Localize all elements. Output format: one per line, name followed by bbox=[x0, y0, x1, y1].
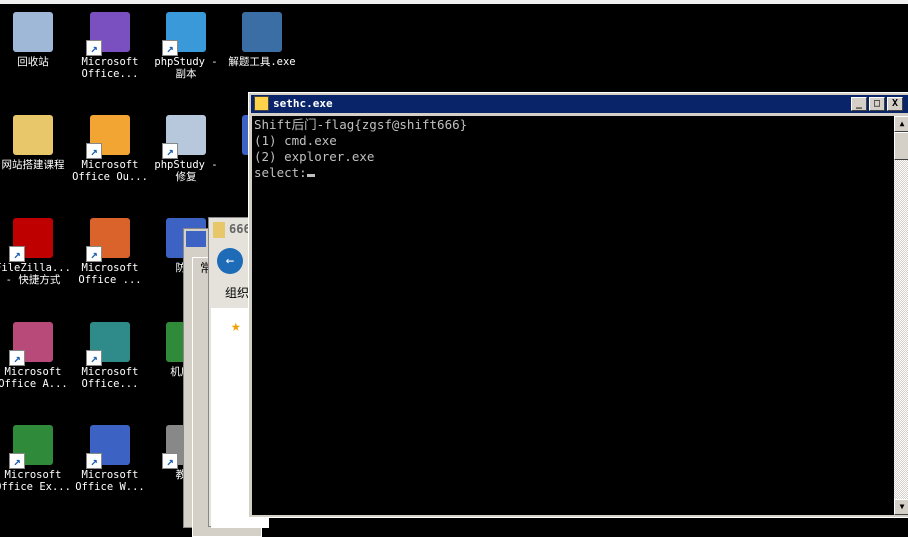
desktop-icon[interactable]: ↗Microsoft Office Ex... bbox=[0, 425, 71, 493]
back-button[interactable]: ← bbox=[217, 248, 243, 274]
top-strip bbox=[0, 0, 908, 4]
shortcut-arrow-icon: ↗ bbox=[86, 350, 102, 366]
folder-icon bbox=[213, 222, 225, 238]
console-app-icon bbox=[254, 96, 269, 111]
shortcut-arrow-icon: ↗ bbox=[86, 40, 102, 56]
console-output[interactable]: Shift后门-flag{zgsf@shift666} (1) cmd.exe (2… bbox=[252, 116, 894, 515]
python-exe-icon bbox=[242, 12, 282, 52]
desktop-icon[interactable]: ↗ Microsoft Office W... bbox=[72, 425, 148, 493]
desktop-icon-label: Microsoft Office ... bbox=[78, 262, 142, 286]
shortcut-arrow-icon: ↗ bbox=[9, 453, 25, 469]
maximize-button[interactable]: □ bbox=[869, 97, 885, 111]
favorites-star-icon: ★ bbox=[231, 316, 241, 335]
scroll-up-arrow-icon[interactable]: ▲ bbox=[894, 116, 908, 132]
console-window[interactable]: sethc.exe _ □ X Shift后门-flag{zgsf@shift6… bbox=[248, 92, 908, 518]
title-bar[interactable]: sethc.exe _ □ X bbox=[251, 95, 908, 113]
console-line: Shift后门-flag{zgsf@shift666} bbox=[254, 117, 468, 132]
desktop-icon-label: FileZilla... - 快捷方式 bbox=[0, 262, 71, 286]
text-cursor bbox=[306, 174, 315, 177]
desktop-icon[interactable]: ↗ Microsoft Office ... bbox=[72, 218, 148, 286]
shortcut-arrow-icon: ↗ bbox=[162, 143, 178, 159]
desktop-icon-label: Microsoft Office W... bbox=[75, 469, 145, 493]
desktop-icon[interactable]: ↗ FileZilla... - 快捷方式 bbox=[0, 218, 71, 286]
shortcut-arrow-icon: ↗ bbox=[9, 246, 25, 262]
desktop-icon[interactable]: ↗ Microsoft Office Ou... bbox=[72, 115, 148, 183]
shortcut-arrow-icon: ↗ bbox=[9, 350, 25, 366]
scroll-thumb[interactable] bbox=[894, 132, 908, 160]
desktop-icon[interactable]: 网站搭建课程 bbox=[0, 115, 71, 171]
gear-icon: ↗ bbox=[162, 115, 206, 159]
word-icon bbox=[186, 231, 206, 247]
desktop-icon[interactable]: ↗ phpStudy - 副本 bbox=[148, 12, 224, 80]
desktop-icon-label: 回收站 bbox=[17, 56, 49, 68]
desktop-icon-label: 网站搭建课程 bbox=[1, 159, 65, 171]
filezilla-icon: ↗ bbox=[9, 218, 53, 262]
desktop-icon-label: Microsoft Office Ex... bbox=[0, 469, 71, 493]
office-outlook-icon: ↗ bbox=[86, 115, 130, 159]
organize-menu[interactable]: 组织 bbox=[225, 284, 249, 301]
desktop-icon-label: Microsoft Office A... bbox=[0, 366, 68, 390]
desktop-icon-label: phpStudy - 副本 bbox=[154, 56, 218, 80]
shortcut-arrow-icon: ↗ bbox=[86, 143, 102, 159]
office-infopath-icon: ↗ bbox=[86, 12, 130, 56]
vertical-scrollbar[interactable]: ▲ ▼ bbox=[894, 116, 908, 515]
minimize-button[interactable]: _ bbox=[851, 97, 867, 111]
office-powerpoint-icon: ↗ bbox=[86, 218, 130, 262]
shortcut-arrow-icon: ↗ bbox=[86, 246, 102, 262]
desktop-icon-label: phpStudy - 修复 bbox=[154, 159, 218, 183]
desktop-icon[interactable]: ↗ Microsoft Office... bbox=[72, 322, 148, 390]
close-button[interactable]: X bbox=[887, 97, 903, 111]
shortcut-arrow-icon: ↗ bbox=[162, 40, 178, 56]
office-word-icon: ↗ bbox=[86, 425, 130, 469]
shortcut-arrow-icon: ↗ bbox=[162, 453, 178, 469]
recycle-bin-icon bbox=[13, 12, 53, 52]
desktop-icon[interactable]: ↗ Microsoft Office A... bbox=[0, 322, 71, 390]
scroll-down-arrow-icon[interactable]: ▼ bbox=[894, 499, 908, 515]
desktop-icon-label: Microsoft Office Ou... bbox=[72, 159, 148, 183]
office-publisher-icon: ↗ bbox=[86, 322, 130, 366]
desktop-icon-label: Microsoft Office... bbox=[81, 56, 139, 80]
desktop-icon-label: 解题工具.exe bbox=[228, 56, 296, 68]
desktop-icon-label: Microsoft Office... bbox=[81, 366, 139, 390]
console-line: (1) cmd.exe bbox=[254, 133, 337, 148]
phpstudy-icon: ↗ bbox=[162, 12, 206, 56]
desktop-icon[interactable]: 回收站 bbox=[0, 12, 71, 68]
shortcut-arrow-icon: ↗ bbox=[86, 453, 102, 469]
desktop-icon[interactable]: ↗ phpStudy - 修复 bbox=[148, 115, 224, 183]
console-prompt: select: bbox=[254, 165, 307, 180]
office-excel-icon: ↗ bbox=[9, 425, 53, 469]
window-title: sethc.exe bbox=[273, 97, 333, 110]
desktop-icon[interactable]: ↗ Microsoft Office... bbox=[72, 12, 148, 80]
folder-icon bbox=[13, 115, 53, 155]
console-line: (2) explorer.exe bbox=[254, 149, 375, 164]
desktop-icon[interactable]: 解题工具.exe bbox=[224, 12, 300, 68]
office-access-icon: ↗ bbox=[9, 322, 53, 366]
